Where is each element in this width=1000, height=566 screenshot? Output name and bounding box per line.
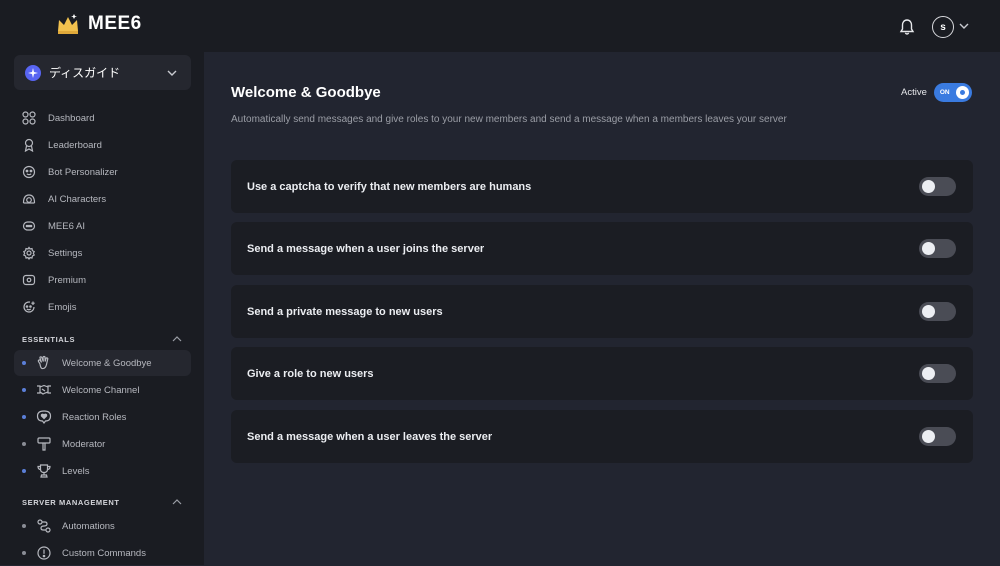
sidebar-item-label: Welcome Channel [62, 384, 140, 396]
option-label: Use a captcha to verify that new members… [247, 180, 532, 193]
section-header-essentials[interactable]: ESSENTIALS [22, 332, 182, 346]
trophy-icon [36, 463, 52, 479]
option-toggle[interactable] [919, 177, 956, 196]
main-content: Welcome & Goodbye Automatically send mes… [204, 52, 1000, 565]
sidebar-item-custom-commands[interactable]: Custom Commands [14, 540, 191, 566]
sidebar-item-label: AI Characters [48, 193, 107, 205]
option-card: Send a message when a user leaves the se… [231, 410, 973, 463]
switch-knob [955, 86, 969, 99]
option-card: Give a role to new users [231, 347, 973, 400]
sidebar-item-label: Leaderboard [48, 139, 102, 151]
sidebar-item-welcome-channel[interactable]: Welcome Channel [14, 377, 191, 403]
sidebar-item-welcome-goodbye[interactable]: Welcome & Goodbye [14, 350, 191, 376]
top-bar: MEE6 s [0, 0, 1000, 52]
status-dot [22, 524, 26, 528]
server-icon [25, 64, 41, 81]
automation-icon [36, 518, 52, 534]
hammer-icon [36, 436, 52, 452]
server-name: ディスガイド [49, 66, 121, 80]
status-dot [22, 388, 26, 392]
reaction-heart-icon [36, 409, 52, 425]
sidebar-item-label: Custom Commands [62, 547, 146, 559]
medal-icon [22, 138, 36, 152]
option-toggle[interactable] [919, 239, 956, 258]
sidebar-item-label: Emojis [48, 301, 77, 313]
grid-icon [22, 111, 36, 125]
sidebar-item-label: Dashboard [48, 112, 95, 124]
sidebar-item-automations[interactable]: Automations [14, 513, 191, 539]
premium-icon [22, 273, 36, 287]
crown-icon [58, 14, 78, 34]
avatar-initial: s [940, 21, 946, 33]
option-toggle[interactable] [919, 364, 956, 383]
brand-name: MEE6 [88, 13, 142, 34]
emoji-icon [22, 300, 36, 314]
switch-on-text: ON [939, 89, 950, 96]
status-dot [22, 442, 26, 446]
section-title: SERVER MANAGEMENT [22, 497, 120, 507]
mee6-logo[interactable]: MEE6 [56, 13, 142, 35]
sidebar-item-moderator[interactable]: Moderator [14, 431, 191, 457]
bell-icon[interactable] [899, 18, 915, 36]
sidebar-item-mee6-ai[interactable]: MEE6 AI [14, 213, 191, 239]
status-dot [22, 469, 26, 473]
sidebar-item-dashboard[interactable]: Dashboard [14, 105, 191, 131]
section-header-server-management[interactable]: SERVER MANAGEMENT [22, 495, 182, 509]
sidebar-item-emojis[interactable]: Emojis [14, 294, 191, 320]
waving-hand-icon [36, 355, 52, 371]
option-card: Send a private message to new users [231, 285, 973, 338]
sidebar-item-bot-personalizer[interactable]: Bot Personalizer [14, 159, 191, 185]
status-dot [22, 415, 26, 419]
section-title: ESSENTIALS [22, 334, 76, 344]
sidebar-item-label: MEE6 AI [48, 220, 85, 232]
sidebar-item-label: Levels [62, 465, 90, 477]
sidebar-item-label: Welcome & Goodbye [62, 357, 152, 369]
sidebar-item-label: Automations [62, 520, 115, 532]
sidebar-item-reaction-roles[interactable]: Reaction Roles [14, 404, 191, 430]
option-card: Send a message when a user joins the ser… [231, 222, 973, 275]
sidebar-item-label: Premium [48, 274, 87, 286]
chevron-up-icon[interactable] [172, 335, 182, 343]
option-toggle[interactable] [919, 302, 956, 321]
active-label: Active [901, 87, 927, 98]
sidebar-item-leaderboard[interactable]: Leaderboard [14, 132, 191, 158]
sidebar-item-label: Reaction Roles [62, 411, 127, 423]
ai-characters-icon [22, 192, 36, 206]
sidebar-item-label: Bot Personalizer [48, 166, 118, 178]
chevron-up-icon[interactable] [172, 498, 182, 506]
option-toggle[interactable] [919, 427, 956, 446]
sidebar-item-label: Settings [48, 247, 83, 259]
sidebar-item-premium[interactable]: Premium [14, 267, 191, 293]
plugin-active-toggle[interactable]: Active ON [901, 83, 972, 102]
option-label: Give a role to new users [247, 367, 374, 380]
page-title: Welcome & Goodbye [231, 84, 381, 101]
active-switch[interactable]: ON [933, 83, 972, 102]
option-label: Send a message when a user joins the ser… [247, 242, 485, 255]
page-description: Automatically send messages and give rol… [231, 114, 787, 125]
status-dot [22, 361, 26, 365]
sidebar-item-levels[interactable]: Levels [14, 458, 191, 484]
sidebar: ディスガイド Dashboard Leaderboard Bot Persona… [0, 52, 204, 565]
chat-bubble-icon [22, 219, 36, 233]
chevron-down-icon[interactable] [959, 22, 969, 30]
bot-face-icon [22, 165, 36, 179]
server-selector[interactable]: ディスガイド [14, 55, 191, 90]
option-label: Send a message when a user leaves the se… [247, 430, 493, 443]
gear-icon [22, 246, 36, 260]
sidebar-item-ai-characters[interactable]: AI Characters [14, 186, 191, 212]
option-card: Use a captcha to verify that new members… [231, 160, 973, 213]
avatar[interactable]: s [932, 16, 954, 38]
status-dot [22, 551, 26, 555]
handshake-icon [36, 382, 52, 398]
sidebar-item-label: Moderator [62, 438, 106, 450]
chevron-down-icon [167, 70, 177, 76]
sidebar-item-settings[interactable]: Settings [14, 240, 191, 266]
option-label: Send a private message to new users [247, 305, 443, 318]
alert-circle-icon [36, 545, 52, 561]
